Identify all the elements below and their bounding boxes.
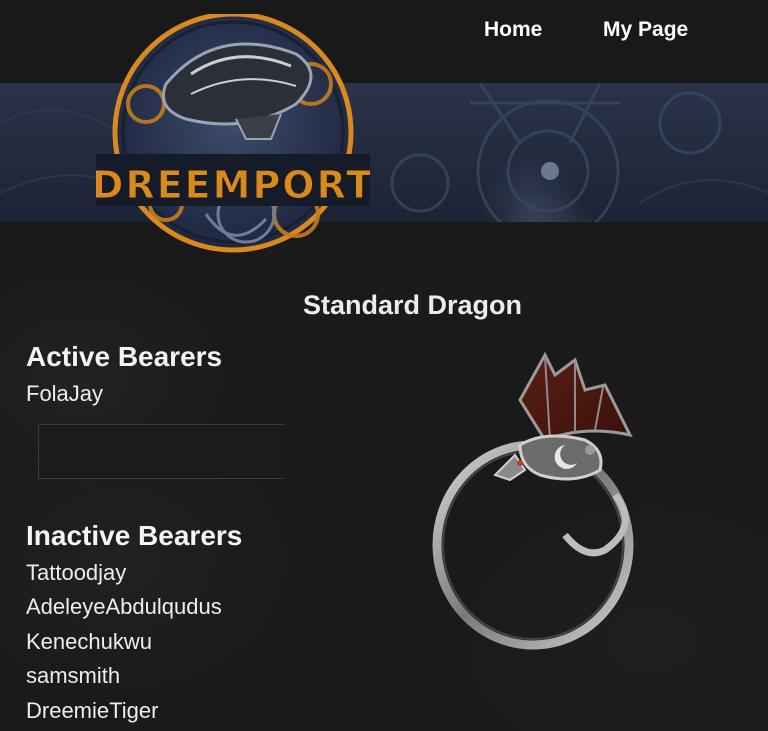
inactive-bearer-name[interactable]: Kenechukwu [26,629,152,655]
page-title: Standard Dragon [303,290,523,320]
nav-home-link[interactable]: Home [484,18,542,42]
active-bearer-name[interactable]: FolaJay [26,381,103,407]
inactive-bearer-name[interactable]: Tattoodjay [26,560,126,586]
active-bearers-heading: Active Bearers [26,341,223,372]
logo-text: DREEMPORT [96,163,370,207]
inactive-bearer-name[interactable]: samsmith [26,663,120,689]
empty-content-box [38,424,284,479]
inactive-bearers-heading: Inactive Bearers [26,520,243,551]
dragon-ring-image [432,351,634,650]
inactive-bearer-name[interactable]: AdeleyeAbdulqudus [26,594,222,620]
dreemport-logo[interactable]: DREEMPORT [96,14,370,266]
inactive-bearer-name[interactable]: DreemieTiger [26,698,158,724]
nav-my-page-link[interactable]: My Page [603,18,688,42]
